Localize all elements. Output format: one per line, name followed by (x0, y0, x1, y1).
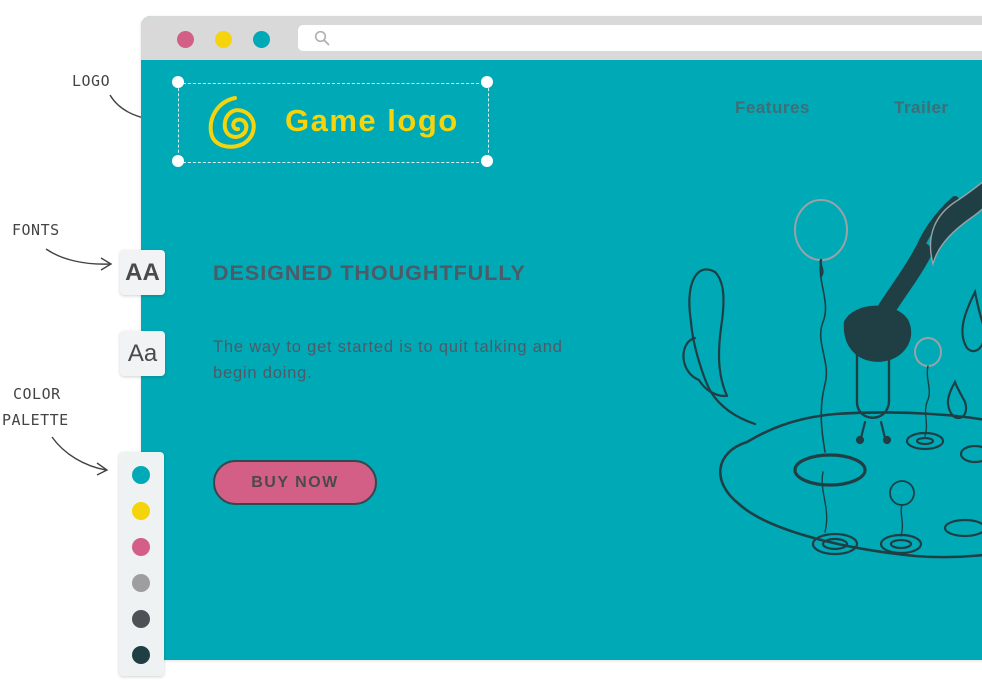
game-illustration (682, 181, 982, 559)
resize-handle-top-left[interactable] (172, 76, 184, 88)
browser-toolbar (141, 16, 982, 60)
swatch-gray[interactable] (132, 574, 150, 592)
swatch-dark-gray[interactable] (132, 610, 150, 628)
window-close-dot[interactable] (177, 31, 194, 48)
swatch-dark-teal[interactable] (132, 646, 150, 664)
annotation-color: COLOR (13, 385, 61, 403)
font-card-body[interactable]: Aa (120, 331, 165, 376)
swatch-yellow[interactable] (132, 502, 150, 520)
resize-handle-bottom-left[interactable] (172, 155, 184, 167)
logo-text: Game logo (285, 103, 459, 138)
window-minimize-dot[interactable] (215, 31, 232, 48)
annotation-logo: LOGO (72, 72, 111, 90)
search-icon (314, 30, 330, 46)
nav-link-trailer[interactable]: Trailer (894, 98, 949, 118)
resize-handle-top-right[interactable] (481, 76, 493, 88)
spiral-icon (208, 96, 256, 149)
body-text: The way to get started is to quit talkin… (213, 338, 563, 382)
buy-now-button[interactable]: BUY NOW (213, 460, 377, 505)
window-maximize-dot[interactable] (253, 31, 270, 48)
resize-handle-bottom-right[interactable] (481, 155, 493, 167)
address-bar[interactable] (298, 25, 982, 51)
font-card-heading[interactable]: AA (120, 250, 165, 295)
swatch-teal[interactable] (132, 466, 150, 484)
annotation-palette: PALETTE (2, 411, 69, 429)
headline: DESIGNED THOUGHTFULLY (213, 261, 526, 285)
color-palette (119, 452, 164, 676)
nav-link-features[interactable]: Features (735, 98, 810, 118)
swatch-pink[interactable] (132, 538, 150, 556)
browser-window: Game logo Features Trailer DESIGNED THOU… (141, 16, 982, 660)
annotation-fonts: FONTS (12, 221, 60, 239)
